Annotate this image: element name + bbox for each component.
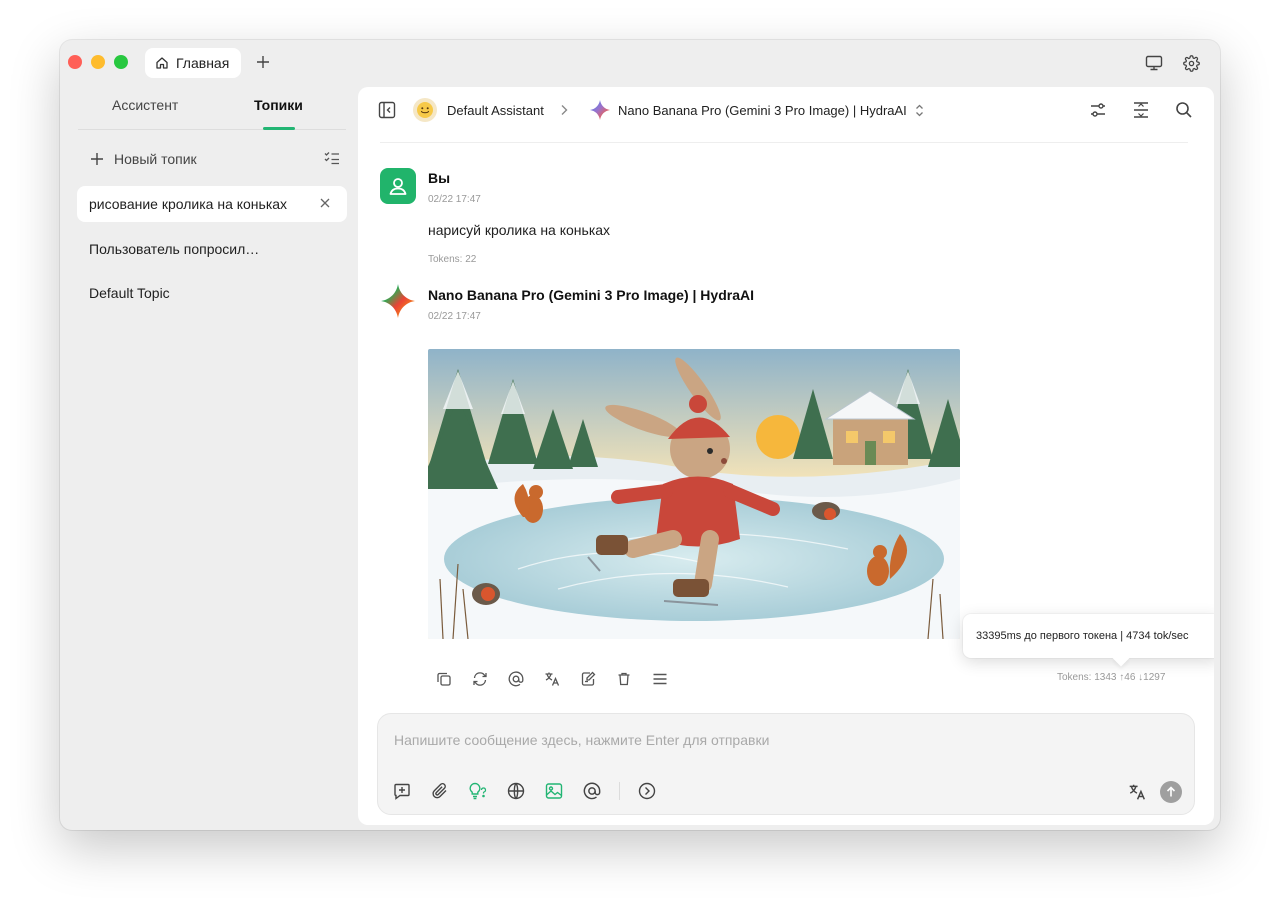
attach-button[interactable] — [429, 780, 451, 802]
assistant-name: Default Assistant — [447, 102, 544, 118]
add-message-icon — [393, 782, 411, 800]
new-topic-label: Новый топик — [114, 151, 197, 167]
model-selector[interactable]: Nano Banana Pro (Gemini 3 Pro Image) | H… — [590, 100, 924, 120]
gear-icon — [1182, 54, 1200, 72]
regenerate-button[interactable] — [469, 668, 491, 690]
globe-icon — [507, 782, 525, 800]
edit-note-icon — [580, 671, 596, 687]
topic-item[interactable]: Default Topic — [77, 275, 347, 311]
tooltip-text: 33395ms до первого токена | 4734 tok/sec — [976, 630, 1189, 642]
message-tokens: Tokens: 22 — [428, 254, 477, 265]
search-icon — [1175, 101, 1193, 119]
token-speed-tooltip: 33395ms до первого токена | 4734 tok/sec — [963, 614, 1214, 658]
user-avatar — [380, 168, 416, 204]
image-generation-button[interactable] — [543, 780, 565, 802]
gemini-sparkle-icon — [590, 100, 610, 120]
web-search-button[interactable] — [505, 780, 527, 802]
message-tokens[interactable]: Tokens: 1343 ↑46 ↓1297 — [1057, 672, 1165, 683]
plus-icon — [256, 55, 270, 69]
mention-button[interactable] — [505, 668, 527, 690]
arrow-up-icon — [1165, 786, 1177, 798]
plus-icon — [90, 152, 104, 166]
monitor-button[interactable] — [1143, 52, 1165, 74]
trash-icon — [616, 671, 632, 687]
paperclip-icon — [431, 782, 449, 800]
home-icon — [155, 56, 169, 70]
expand-tools-button[interactable] — [636, 780, 658, 802]
translate-input-button[interactable] — [1126, 781, 1148, 803]
chevron-up-down-icon — [915, 104, 924, 117]
toolbar-divider — [619, 782, 620, 800]
generated-image[interactable] — [428, 349, 960, 639]
at-sign-icon — [583, 782, 601, 800]
active-tab-indicator — [263, 127, 295, 130]
topic-item[interactable]: Пользователь попросил… — [77, 231, 347, 267]
message-composer — [377, 713, 1195, 815]
tab-topics[interactable]: Топики — [254, 97, 303, 113]
chevron-right-icon — [560, 104, 568, 116]
model-avatar — [380, 283, 416, 319]
composer-toolbar — [391, 780, 658, 802]
app-window: Главная Ассистент Топики Новый топик рис… — [60, 40, 1220, 830]
model-name: Nano Banana Pro (Gemini 3 Pro Image) | H… — [618, 102, 907, 118]
message-time: 02/22 17:47 — [428, 194, 481, 205]
copy-button[interactable] — [433, 668, 455, 690]
header-divider — [380, 142, 1188, 143]
new-topic-tool-button[interactable] — [391, 780, 413, 802]
lightbulb-question-icon — [468, 782, 488, 800]
translate-button[interactable] — [541, 668, 563, 690]
sliders-icon — [1089, 101, 1107, 119]
refresh-icon — [472, 671, 488, 687]
image-icon — [545, 782, 563, 800]
tab-assistant[interactable]: Ассистент — [112, 97, 178, 113]
assistant-selector[interactable]: Default Assistant — [413, 98, 544, 122]
message-text: нарисуй кролика на коньках — [428, 222, 611, 238]
message-time: 02/22 17:47 — [428, 311, 481, 322]
mention-model-button[interactable] — [581, 780, 603, 802]
message-input[interactable] — [378, 728, 1194, 752]
gemini-sparkle-icon — [381, 284, 415, 318]
topic-item-active[interactable]: рисование кролика на коньках — [77, 186, 347, 222]
sidebar: Ассистент Топики Новый топик рисование к… — [60, 88, 358, 830]
expand-button[interactable] — [1132, 101, 1150, 119]
menu-icon — [652, 671, 668, 687]
minimize-window-button[interactable] — [91, 55, 105, 69]
sidebar-tabs: Ассистент Топики — [78, 88, 346, 130]
edit-button[interactable] — [577, 668, 599, 690]
add-tab-button[interactable] — [253, 52, 273, 72]
topic-label: Пользователь попросил… — [89, 241, 260, 257]
model-author-name: Nano Banana Pro (Gemini 3 Pro Image) | H… — [428, 287, 754, 303]
message-actions — [433, 668, 671, 690]
translate-icon — [544, 671, 560, 687]
at-sign-icon — [508, 671, 524, 687]
sidebar-toggle-icon — [378, 101, 396, 119]
assistant-avatar — [413, 98, 437, 122]
user-name: Вы — [428, 170, 451, 186]
checklist-icon[interactable] — [324, 151, 340, 165]
copy-icon — [436, 671, 452, 687]
delete-button[interactable] — [613, 668, 635, 690]
settings-button[interactable] — [1180, 52, 1202, 74]
maximize-window-button[interactable] — [114, 55, 128, 69]
topic-label: рисование кролика на коньках — [89, 196, 288, 212]
tab-home[interactable]: Главная — [145, 48, 241, 78]
chat-header: Default Assistant Nano Banana Pro (Gemin… — [358, 87, 1214, 135]
expand-icon — [1132, 101, 1150, 119]
more-menu-button[interactable] — [649, 668, 671, 690]
close-icon[interactable] — [319, 197, 331, 209]
translate-icon — [1128, 783, 1146, 801]
search-button[interactable] — [1175, 101, 1193, 119]
tab-home-label: Главная — [176, 55, 230, 71]
new-topic-button[interactable]: Новый топик — [90, 148, 340, 170]
close-window-button[interactable] — [68, 55, 82, 69]
settings-sliders-button[interactable] — [1089, 101, 1107, 119]
thinking-button[interactable] — [467, 780, 489, 802]
traffic-lights — [68, 55, 128, 69]
chevron-right-circle-icon — [638, 782, 656, 800]
toggle-sidebar-button[interactable] — [378, 101, 396, 119]
send-button[interactable] — [1160, 781, 1182, 803]
topic-label: Default Topic — [89, 285, 170, 301]
chat-panel: Default Assistant Nano Banana Pro (Gemin… — [358, 87, 1214, 825]
monitor-icon — [1145, 55, 1163, 71]
